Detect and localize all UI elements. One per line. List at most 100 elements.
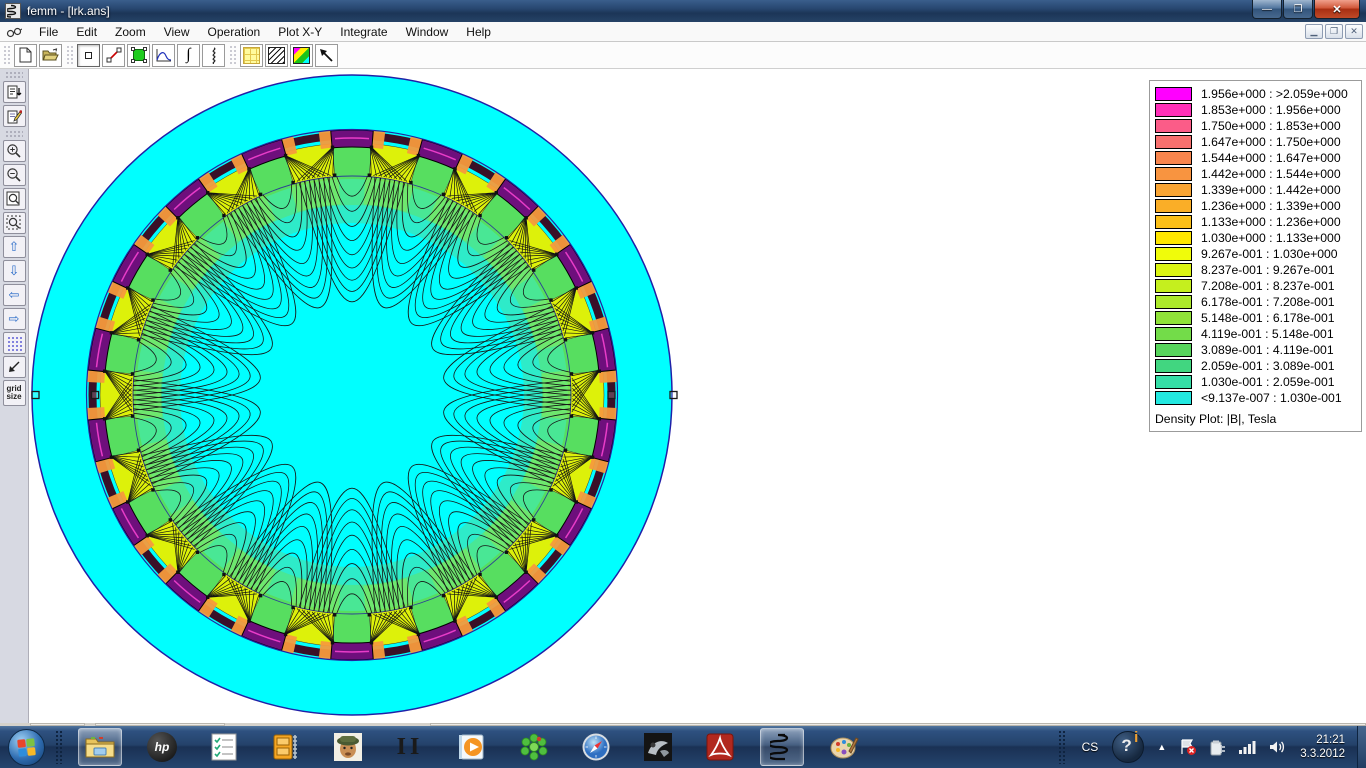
legend-row: 1.544e+000 : 1.647e+000 [1155,150,1357,166]
show-desktop-button[interactable] [1357,726,1366,768]
line-integral-button[interactable]: ∫ [177,44,200,67]
selection-handle[interactable] [608,392,615,399]
paint-taskbar-icon[interactable] [822,728,866,766]
solidworks-taskbar-icon[interactable] [636,728,680,766]
block-mode-button[interactable] [127,44,150,67]
legend-row: 5.148e-001 : 6.178e-001 [1155,310,1357,326]
network-signal-icon[interactable] [1238,739,1256,755]
adobe-reader-taskbar-icon[interactable] [698,728,742,766]
new-document-button[interactable] [14,44,37,67]
block-integral-button[interactable] [202,44,225,67]
menu-item-edit[interactable]: Edit [67,23,106,41]
taskbar-clock[interactable]: 21:21 3.3.2012 [1300,733,1345,761]
legend-label: 2.059e-001 : 3.089e-001 [1201,359,1335,373]
pan-up-button[interactable]: ⇧ [3,236,26,258]
contour-mode-button[interactable] [102,44,125,67]
winzip-taskbar-icon[interactable] [264,728,308,766]
maximize-button[interactable]: ❐ [1283,0,1313,19]
legend-row: 3.089e-001 : 4.119e-001 [1155,342,1357,358]
selection-handle[interactable] [670,392,677,399]
title-bar: femm - [lrk.ans] — ❐ ✕ [0,0,1366,22]
menu-item-integrate[interactable]: Integrate [331,23,396,41]
close-button[interactable]: ✕ [1314,0,1360,19]
safely-remove-icon[interactable] [1209,739,1226,756]
safari-taskbar-icon[interactable] [574,728,618,766]
legend-swatch [1155,215,1192,229]
legend-label: 7.208e-001 : 8.237e-001 [1201,279,1335,293]
legend-label: 5.148e-001 : 6.178e-001 [1201,311,1335,325]
show-grid-points-button[interactable] [3,332,26,354]
legend-row: 1.030e-001 : 2.059e-001 [1155,374,1357,390]
question-glyph: ? [1121,736,1131,756]
mdi-restore-button[interactable]: ❐ [1325,24,1343,39]
integral-glyph: ∫ [186,46,190,64]
legend-label: 1.442e+000 : 1.544e+000 [1201,167,1341,181]
mdi-close-button[interactable]: ✕ [1345,24,1363,39]
action-center-icon[interactable] [1179,738,1197,756]
menu-bar: File Edit Zoom View Operation Plot X-Y I… [0,22,1366,42]
selection-handle[interactable] [32,392,39,399]
show-mesh-button[interactable] [265,44,288,67]
windows-flag-icon [17,738,36,757]
zoom-window-button[interactable] [3,188,26,210]
taskbar-grip [55,730,63,764]
selection-handle[interactable] [92,392,99,399]
pan-down-button[interactable]: ⇩ [3,260,26,282]
legend-row: <9.137e-007 : 1.030e-001 [1155,390,1357,406]
show-vectors-button[interactable] [315,44,338,67]
explorer-taskbar-icon[interactable] [78,728,122,766]
menu-item-help[interactable]: Help [457,23,500,41]
legend-swatch [1155,103,1192,117]
info-tray-icon[interactable]: ? i [1112,731,1144,763]
mdi-minimize-button[interactable]: ▁ [1305,24,1323,39]
zoom-out-button[interactable] [3,164,26,186]
legend-swatch [1155,311,1192,325]
menu-item-plot-xy[interactable]: Plot X-Y [269,23,331,41]
legend-label: 4.119e-001 : 5.148e-001 [1201,327,1334,341]
pan-right-button[interactable]: ⇨ [3,308,26,330]
pillars-taskbar-icon[interactable]: II [388,728,432,766]
minimize-button[interactable]: — [1252,0,1282,19]
volume-icon[interactable] [1268,739,1286,755]
point-glyph [85,52,92,59]
legend-label: 3.089e-001 : 4.119e-001 [1201,343,1334,357]
zoom-in-button[interactable] [3,140,26,162]
hp-taskbar-icon[interactable]: hp [140,728,184,766]
plot-xy-button[interactable] [152,44,175,67]
language-indicator[interactable]: CS [1082,740,1099,754]
legend-label: 1.030e-001 : 2.059e-001 [1201,375,1335,389]
taskbar: hp II CS ? i ▲ [0,726,1366,768]
hidden-icons-button[interactable]: ▲ [1157,742,1166,752]
menu-item-operation[interactable]: Operation [199,23,270,41]
i-glyph: i [1134,729,1138,746]
snap-to-grid-button[interactable] [3,356,26,378]
menu-item-file[interactable]: File [30,23,67,41]
start-button[interactable] [8,729,45,766]
media-player-taskbar-icon[interactable] [450,728,494,766]
density-swatch-glyph [293,47,310,64]
toolbar-grip [229,45,236,65]
output-window-button[interactable] [3,81,26,103]
femm-taskbar-icon[interactable] [760,728,804,766]
grid-size-button[interactable]: grid size [3,380,26,406]
model-canvas[interactable]: 1.956e+000 : >2.059e+0001.853e+000 : 1.9… [29,69,1366,723]
legend-swatch [1155,135,1192,149]
show-density-plot-button[interactable] [290,44,313,67]
show-grid-button[interactable] [240,44,263,67]
icq-taskbar-icon[interactable] [512,728,556,766]
edit-document-button[interactable] [3,105,26,127]
zoom-extents-button[interactable] [3,212,26,234]
menu-item-window[interactable]: Window [397,23,458,41]
point-mode-button[interactable] [77,44,100,67]
menu-item-zoom[interactable]: Zoom [106,23,155,41]
legend-label: 1.030e+000 : 1.133e+000 [1201,231,1341,245]
avatar-taskbar-icon[interactable] [326,728,370,766]
menu-item-view[interactable]: View [155,23,199,41]
legend-row: 1.956e+000 : >2.059e+000 [1155,86,1357,102]
legend-row: 1.750e+000 : 1.853e+000 [1155,118,1357,134]
pan-left-button[interactable]: ⇦ [3,284,26,306]
notes-taskbar-icon[interactable] [202,728,246,766]
legend-row: 8.237e-001 : 9.267e-001 [1155,262,1357,278]
clock-time: 21:21 [1300,733,1345,747]
open-file-button[interactable] [39,44,62,67]
